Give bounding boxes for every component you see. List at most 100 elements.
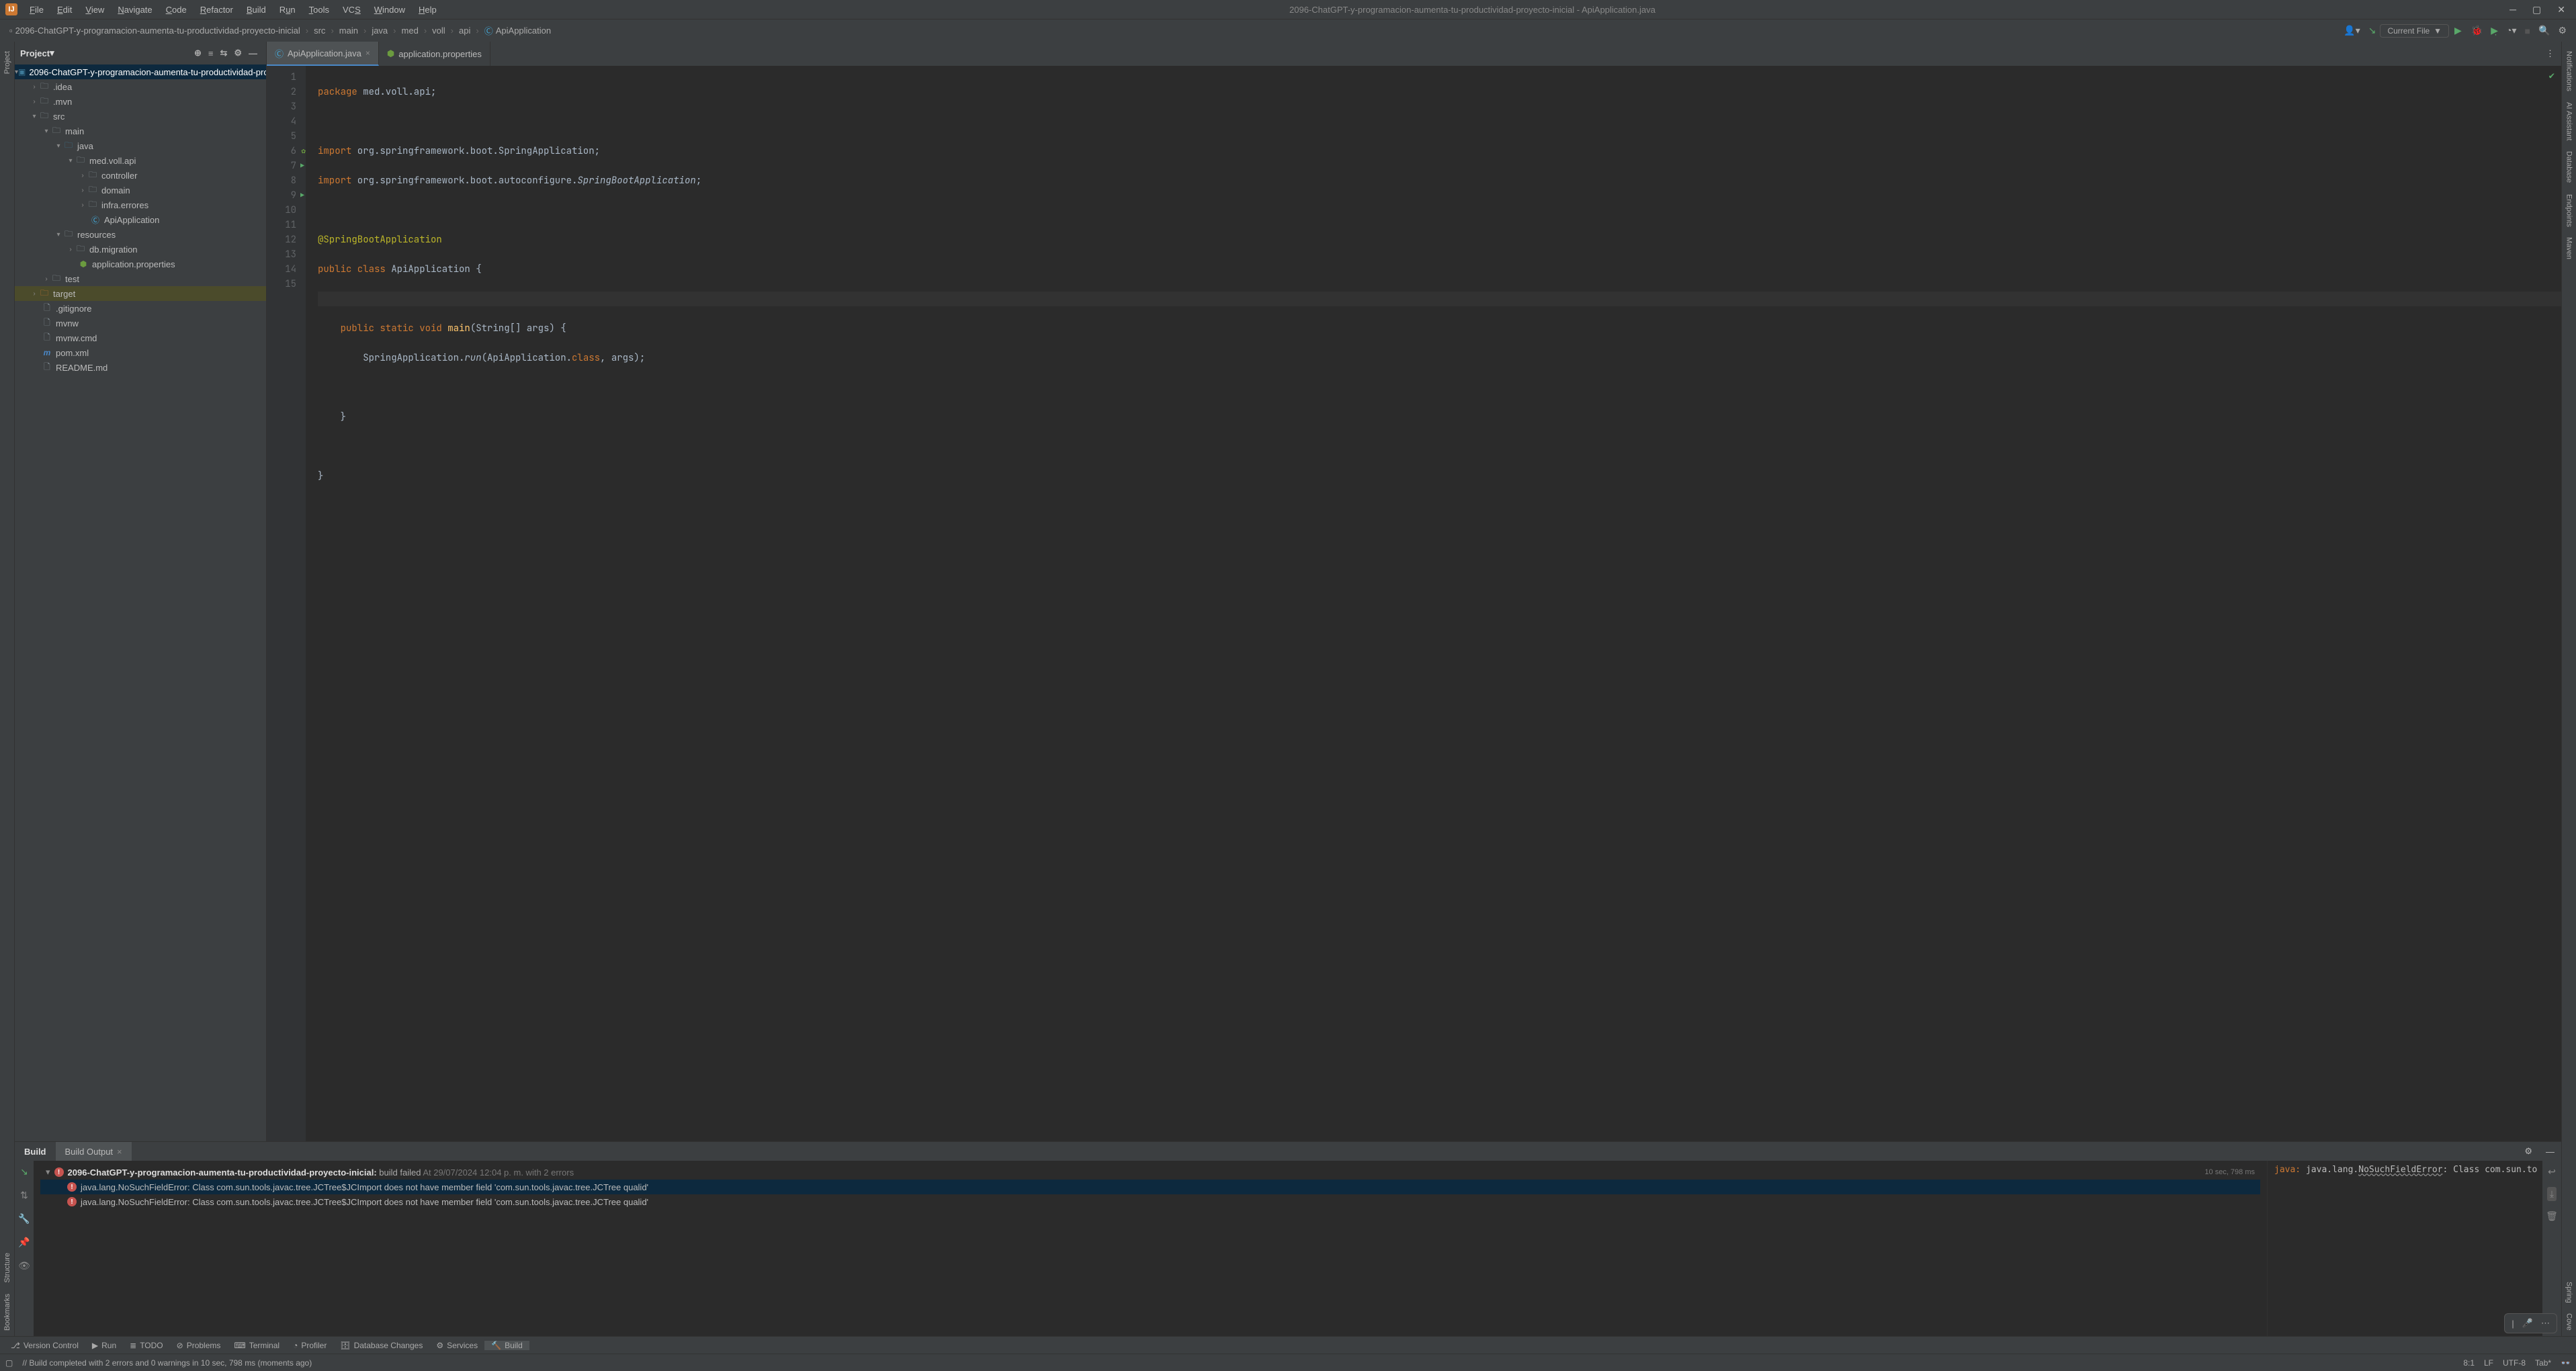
code-editor[interactable]: 1 2 3 4 5 6✿ 7▶ 8 9▶ 10 11 12 13 14 [267,66,2561,1141]
breadcrumb[interactable]: main [335,26,362,36]
coverage-button[interactable]: ▶̣ [2487,25,2502,36]
tool-maven[interactable]: Maven [2565,232,2573,265]
editor-tab-apiapplication[interactable]: ⒸApiApplication.java× [267,42,379,66]
build-error-node[interactable]: ! java.lang.NoSuchFieldError: Class com.… [40,1180,2260,1194]
menu-help[interactable]: Help [412,2,443,17]
soft-wrap-icon[interactable]: ↩ [2548,1166,2556,1178]
build-error-node[interactable]: ! java.lang.NoSuchFieldError: Class com.… [40,1194,2260,1209]
breadcrumb[interactable]: Ⓒ ApiApplication [480,24,555,37]
close-icon[interactable]: × [366,48,370,58]
breadcrumb[interactable]: api [455,26,474,36]
tree-file[interactable]: 🗋.gitignore [15,301,266,316]
user-icon[interactable]: 👤▾ [2339,25,2364,36]
code-content[interactable]: package med.voll.api; import org.springf… [306,66,2561,1141]
more-icon[interactable]: ⋯ [2541,1318,2550,1329]
tree-class[interactable]: ⒸApiApplication [15,212,266,227]
settings-icon[interactable]: ⚙ [2554,25,2571,36]
tool-spring[interactable]: Spring [2565,1276,2573,1309]
tool-database-changes[interactable]: 🗄Database Changes [333,1341,429,1350]
tool-project[interactable]: Project [3,46,11,79]
tool-structure[interactable]: Structure [3,1247,11,1288]
tool-build[interactable]: 🔨Build [484,1341,529,1350]
build-detail-pane[interactable]: java: java.lang.NoSuchFieldError: Class … [2267,1161,2542,1336]
tree-package[interactable]: ›🗀controller [15,168,266,183]
eye-icon[interactable]: 👁 [18,1260,30,1272]
menu-window[interactable]: Window [368,2,412,17]
debug-button[interactable]: 🐞 [2467,25,2487,36]
tool-endpoints[interactable]: Endpoints [2565,189,2573,232]
tree-folder[interactable]: ▾🗀main [15,124,266,138]
rerun-icon[interactable]: ↘ [20,1166,28,1178]
settings-icon[interactable]: ⚙ [230,48,245,58]
filter-icon[interactable]: ⇅ [20,1190,28,1201]
tool-database[interactable]: Database [2565,146,2573,188]
menu-edit[interactable]: Edit [50,2,79,17]
tool-version-control[interactable]: ⎇Version Control [4,1341,85,1350]
file-encoding[interactable]: UTF-8 [2503,1358,2526,1368]
hide-icon[interactable]: — [245,48,261,58]
tool-run[interactable]: ▶Run [85,1341,123,1350]
menu-refactor[interactable]: Refactor [194,2,240,17]
menu-run[interactable]: Run [273,2,302,17]
build-messages-tree[interactable]: ▾ ! 2096-ChatGPT-y-programacion-aumenta-… [34,1161,2267,1336]
build-root-node[interactable]: ▾ ! 2096-ChatGPT-y-programacion-aumenta-… [40,1165,2260,1180]
build-tab-build[interactable]: Build [15,1142,56,1161]
expand-all-icon[interactable]: ≡ [205,48,217,58]
tree-file[interactable]: 🗋mvnw [15,316,266,330]
tree-folder[interactable]: ›🗀db.migration [15,242,266,257]
breadcrumb[interactable]: java [368,26,392,36]
project-tree[interactable]: ▾▣2096-ChatGPT-y-programacion-aumenta-tu… [15,64,266,1141]
search-icon[interactable]: 🔍 [2534,25,2554,36]
pin-icon[interactable]: 📌 [18,1237,30,1248]
menu-navigate[interactable]: Navigate [111,2,159,17]
menu-vcs[interactable]: VCS [336,2,368,17]
spring-icon[interactable]: ✿ [301,144,306,159]
run-button[interactable]: ▶ [2449,25,2467,36]
tool-services[interactable]: ⚙Services [429,1341,484,1350]
tool-notifications[interactable]: Notifications [2565,46,2573,97]
reader-mode-icon[interactable]: 👓 [2561,1358,2571,1368]
inspection-ok-icon[interactable]: ✔ [2549,70,2554,82]
build-tab-output[interactable]: Build Output × [56,1142,132,1161]
tree-package[interactable]: ›🗀infra.errores [15,197,266,212]
line-separator[interactable]: LF [2484,1358,2493,1368]
tree-folder[interactable]: ▾🗀java [15,138,266,153]
collapse-all-icon[interactable]: ⇆ [216,48,230,58]
tool-todo[interactable]: ≣TODO [123,1341,170,1350]
scroll-end-icon[interactable]: ⤓ [2547,1187,2557,1201]
editor-menu-icon[interactable]: ⋮ [2539,42,2561,66]
menu-file[interactable]: FFileile [23,2,50,17]
tree-folder[interactable]: ›🗀.mvn [15,94,266,109]
breadcrumb[interactable]: src [310,26,329,36]
tree-root[interactable]: ▾▣2096-ChatGPT-y-programacion-aumenta-tu… [15,64,266,79]
tree-folder[interactable]: ▾🗀resources [15,227,266,242]
build-icon[interactable]: ↘ [2364,25,2380,36]
run-configuration-dropdown[interactable]: Current File ▼ [2380,24,2449,38]
close-button[interactable]: ✕ [2549,1,2573,18]
microphone-icon[interactable]: 🎤 [2522,1318,2533,1329]
tree-package[interactable]: ›🗀domain [15,183,266,197]
wrench-icon[interactable]: 🔧 [18,1213,30,1225]
minimize-button[interactable]: ─ [2501,1,2524,17]
tree-folder[interactable]: ›🗀target [15,286,266,301]
maximize-button[interactable]: ▢ [2524,1,2549,18]
editor-gutter[interactable]: 1 2 3 4 5 6✿ 7▶ 8 9▶ 10 11 12 13 14 [267,66,306,1141]
tool-profiler[interactable]: ◔Profiler [286,1341,333,1350]
voice-input-widget[interactable]: | 🎤 ⋯ [2504,1313,2557,1333]
tree-package[interactable]: ▾🗀med.voll.api [15,153,266,168]
tree-folder[interactable]: ›🗀.idea [15,79,266,94]
trash-icon[interactable]: 🗑 [2546,1210,2558,1222]
tree-file[interactable]: 🗋README.md [15,360,266,375]
tool-bookmarks[interactable]: Bookmarks [3,1288,11,1336]
caret-position[interactable]: 8:1 [2463,1358,2475,1368]
tool-coverage[interactable]: Cove [2565,1308,2573,1336]
indent-setting[interactable]: Tab* [2535,1358,2551,1368]
profile-button[interactable]: ◔▾ [2502,25,2520,36]
tree-file[interactable]: ⬢application.properties [15,257,266,271]
stop-button[interactable]: ■ [2521,26,2534,36]
select-opened-file-icon[interactable]: ⊕ [191,48,205,58]
status-window-icon[interactable]: ▢ [5,1358,13,1368]
menu-tools[interactable]: Tools [302,2,336,17]
editor-tab-appproperties[interactable]: ⬢application.properties [379,42,490,66]
build-hide-icon[interactable]: — [2539,1147,2561,1157]
